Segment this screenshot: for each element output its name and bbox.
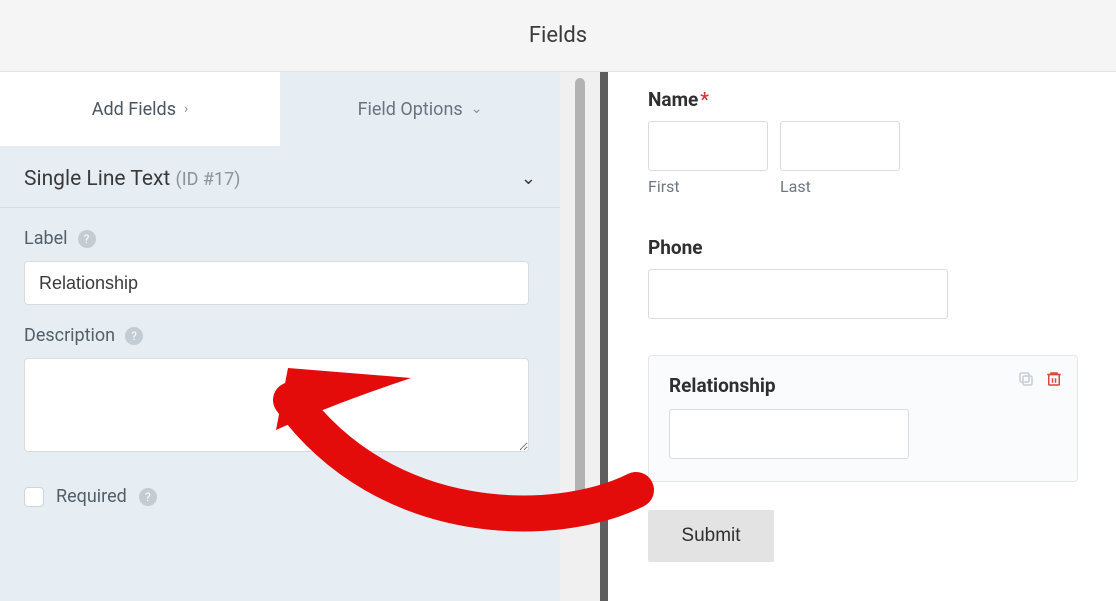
required-label: Required	[56, 486, 127, 507]
relationship-label: Relationship	[669, 374, 1057, 397]
description-textarea[interactable]	[24, 358, 529, 452]
relationship-input[interactable]	[669, 409, 909, 459]
field-type-name: Single Line Text	[24, 167, 170, 191]
phone-field-block: Phone	[648, 236, 1086, 319]
field-options-panel: Add Fields › Field Options ⌄ Single Line…	[0, 72, 560, 601]
submit-button[interactable]: Submit	[648, 510, 774, 562]
required-checkbox[interactable]	[24, 487, 44, 507]
delete-icon[interactable]	[1045, 370, 1063, 392]
first-name-sublabel: First	[648, 177, 768, 196]
form-preview: Name* First Last Phone	[600, 72, 1116, 601]
relationship-field-block[interactable]: Relationship	[648, 355, 1078, 482]
label-input[interactable]	[24, 261, 529, 305]
tab-field-options-label: Field Options	[358, 99, 463, 120]
help-icon[interactable]: ?	[125, 327, 143, 345]
required-row: Required ?	[0, 456, 560, 507]
name-field-block: Name* First Last	[648, 88, 1086, 196]
duplicate-icon[interactable]	[1017, 370, 1035, 392]
description-label-row: Description ?	[24, 325, 536, 346]
first-name-col: First	[648, 121, 768, 196]
phone-input[interactable]	[648, 269, 948, 319]
name-label: Name*	[648, 88, 1086, 111]
collapse-icon: ⌄	[521, 168, 536, 189]
field-action-icons	[1017, 370, 1063, 392]
last-name-col: Last	[780, 121, 900, 196]
chevron-down-icon: ⌄	[471, 101, 483, 117]
tab-add-fields-label: Add Fields	[92, 99, 176, 120]
description-caption: Description	[24, 325, 115, 346]
name-inputs-row: First Last	[648, 121, 1086, 196]
help-icon[interactable]: ?	[139, 488, 157, 506]
name-label-text: Name	[648, 88, 698, 111]
scrollbar-thumb[interactable]	[575, 78, 585, 518]
field-type-header[interactable]: Single Line Text (ID #17) ⌄	[0, 150, 560, 208]
option-description-group: Description ?	[0, 305, 560, 456]
phone-label: Phone	[648, 236, 1086, 259]
page-header: Fields	[0, 0, 1116, 72]
help-icon[interactable]: ?	[78, 230, 96, 248]
chevron-right-icon: ›	[184, 101, 188, 117]
option-label-row: Label ?	[24, 228, 536, 249]
page-title: Fields	[529, 23, 587, 48]
field-type-title: Single Line Text (ID #17)	[24, 167, 240, 191]
last-name-input[interactable]	[780, 121, 900, 171]
last-name-sublabel: Last	[780, 177, 900, 196]
label-caption: Label	[24, 228, 68, 249]
main-area: Add Fields › Field Options ⌄ Single Line…	[0, 72, 1116, 601]
field-id: (ID #17)	[176, 169, 241, 190]
tab-add-fields[interactable]: Add Fields ›	[0, 72, 280, 146]
tab-field-options[interactable]: Field Options ⌄	[280, 72, 560, 146]
submit-button-label: Submit	[681, 525, 740, 546]
panel-divider	[560, 72, 600, 601]
first-name-input[interactable]	[648, 121, 768, 171]
option-label-group: Label ?	[0, 208, 560, 305]
panel-tabs: Add Fields › Field Options ⌄	[0, 72, 560, 146]
required-star-icon: *	[700, 88, 709, 111]
